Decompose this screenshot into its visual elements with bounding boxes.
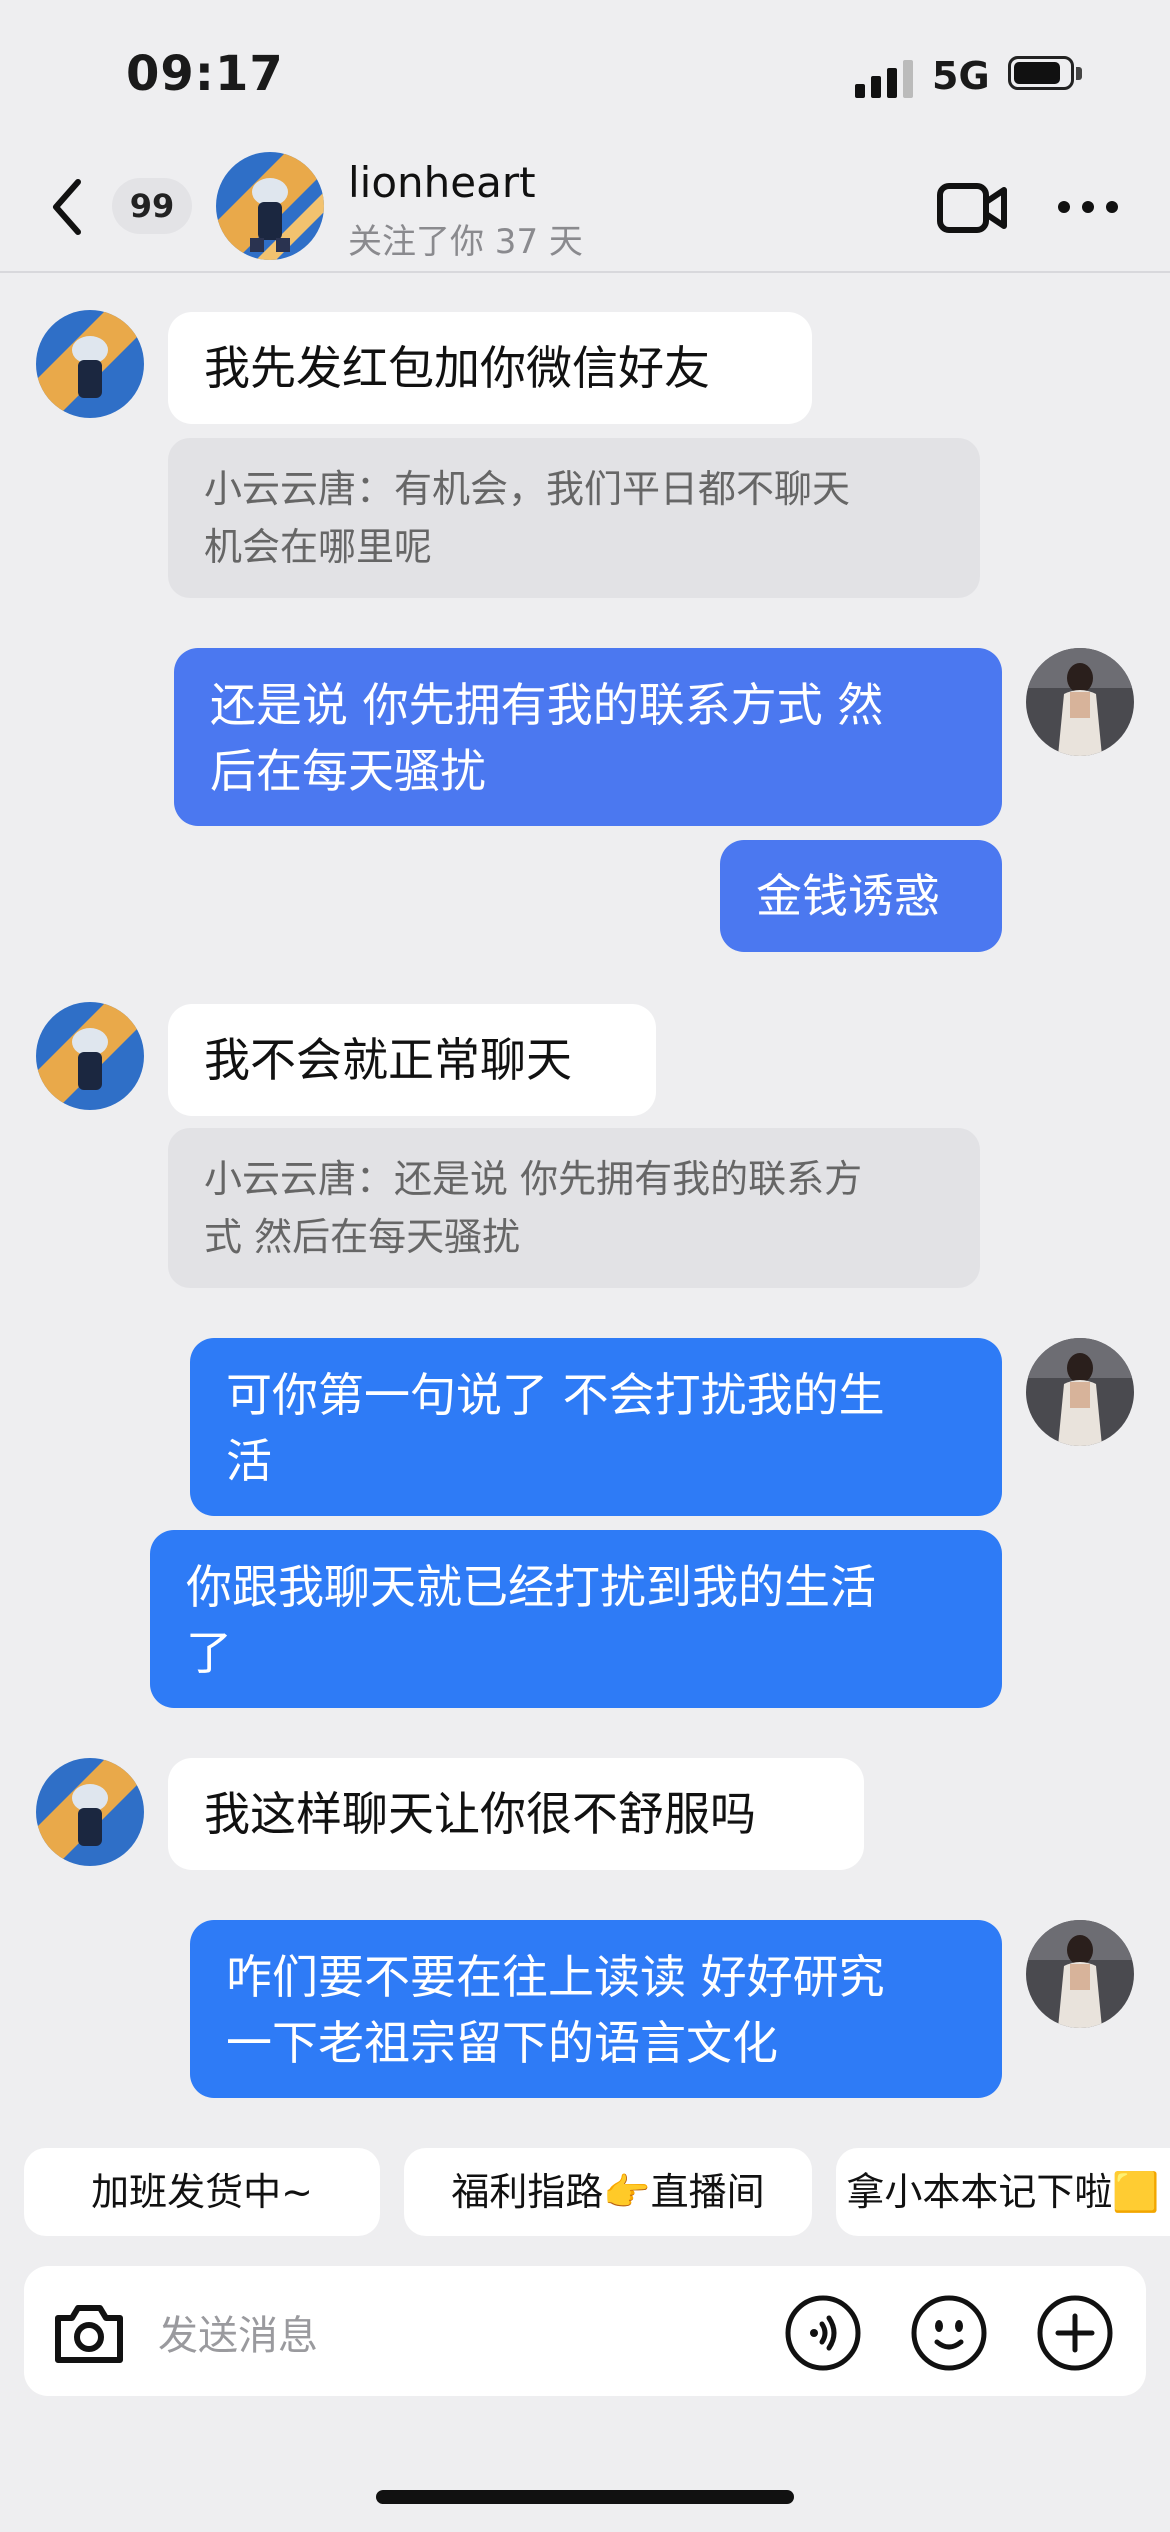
home-indicator: [376, 2490, 794, 2504]
emoji-icon: [911, 2295, 987, 2371]
signal-icon: [855, 58, 913, 98]
quick-reply-chip[interactable]: 加班发货中~: [24, 2148, 380, 2236]
back-button[interactable]: [44, 172, 94, 242]
message-bubble-outgoing[interactable]: 咋们要不要在往上读读 好好研究 一下老祖宗留下的语言文化: [190, 1920, 1002, 2098]
camera-icon: [55, 2305, 123, 2363]
video-call-icon: [937, 183, 1007, 233]
header-divider: [0, 271, 1170, 273]
message-bubble-outgoing[interactable]: 可你第一句说了 不会打扰我的生 活: [190, 1338, 1002, 1516]
my-avatar[interactable]: [1026, 648, 1134, 756]
emoji-button[interactable]: [910, 2294, 988, 2372]
contact-name[interactable]: lionheart: [348, 158, 536, 207]
video-call-button[interactable]: [936, 178, 1010, 238]
contact-avatar-small[interactable]: [36, 1758, 144, 1866]
my-avatar[interactable]: [1026, 1920, 1134, 2028]
unread-badge[interactable]: 99: [112, 178, 192, 234]
message-input[interactable]: [156, 2300, 760, 2372]
quoted-message[interactable]: 小云云唐：还是说 你先拥有我的联系方 式 然后在每天骚扰: [168, 1128, 980, 1288]
my-avatar[interactable]: [1026, 1338, 1134, 1446]
quoted-message[interactable]: 小云云唐：有机会，我们平日都不聊天 机会在哪里呢: [168, 438, 980, 598]
message-bubble-incoming[interactable]: 我这样聊天让你很不舒服吗: [168, 1758, 864, 1870]
contact-avatar-small[interactable]: [36, 1002, 144, 1110]
camera-button[interactable]: [50, 2298, 128, 2368]
message-bubble-incoming[interactable]: 我不会就正常聊天: [168, 1004, 656, 1116]
message-bubble-incoming[interactable]: 我先发红包加你微信好友: [168, 312, 812, 424]
more-button[interactable]: [1056, 190, 1120, 224]
contact-avatar-small[interactable]: [36, 310, 144, 418]
plus-button[interactable]: [1036, 2294, 1114, 2372]
follow-duration: 关注了你 37 天: [348, 222, 583, 262]
voice-icon: [785, 2295, 861, 2371]
back-chevron-icon: [53, 179, 81, 235]
contact-avatar[interactable]: [216, 152, 324, 260]
plus-icon: [1037, 2295, 1113, 2371]
message-bubble-outgoing[interactable]: 还是说 你先拥有我的联系方式 然 后在每天骚扰: [174, 648, 1002, 826]
network-label: 5G: [932, 54, 990, 98]
status-time: 09:17: [126, 46, 284, 102]
quick-reply-chip[interactable]: 福利指路👉直播间: [404, 2148, 812, 2236]
message-bubble-outgoing[interactable]: 金钱诱惑: [720, 840, 1002, 952]
message-bubble-outgoing[interactable]: 你跟我聊天就已经打扰到我的生活 了: [150, 1530, 1002, 1708]
battery-icon: [1008, 56, 1084, 94]
more-icon: [1058, 201, 1118, 213]
quick-reply-chip[interactable]: 拿小本本记下啦🟨: [836, 2148, 1170, 2236]
voice-button[interactable]: [784, 2294, 862, 2372]
